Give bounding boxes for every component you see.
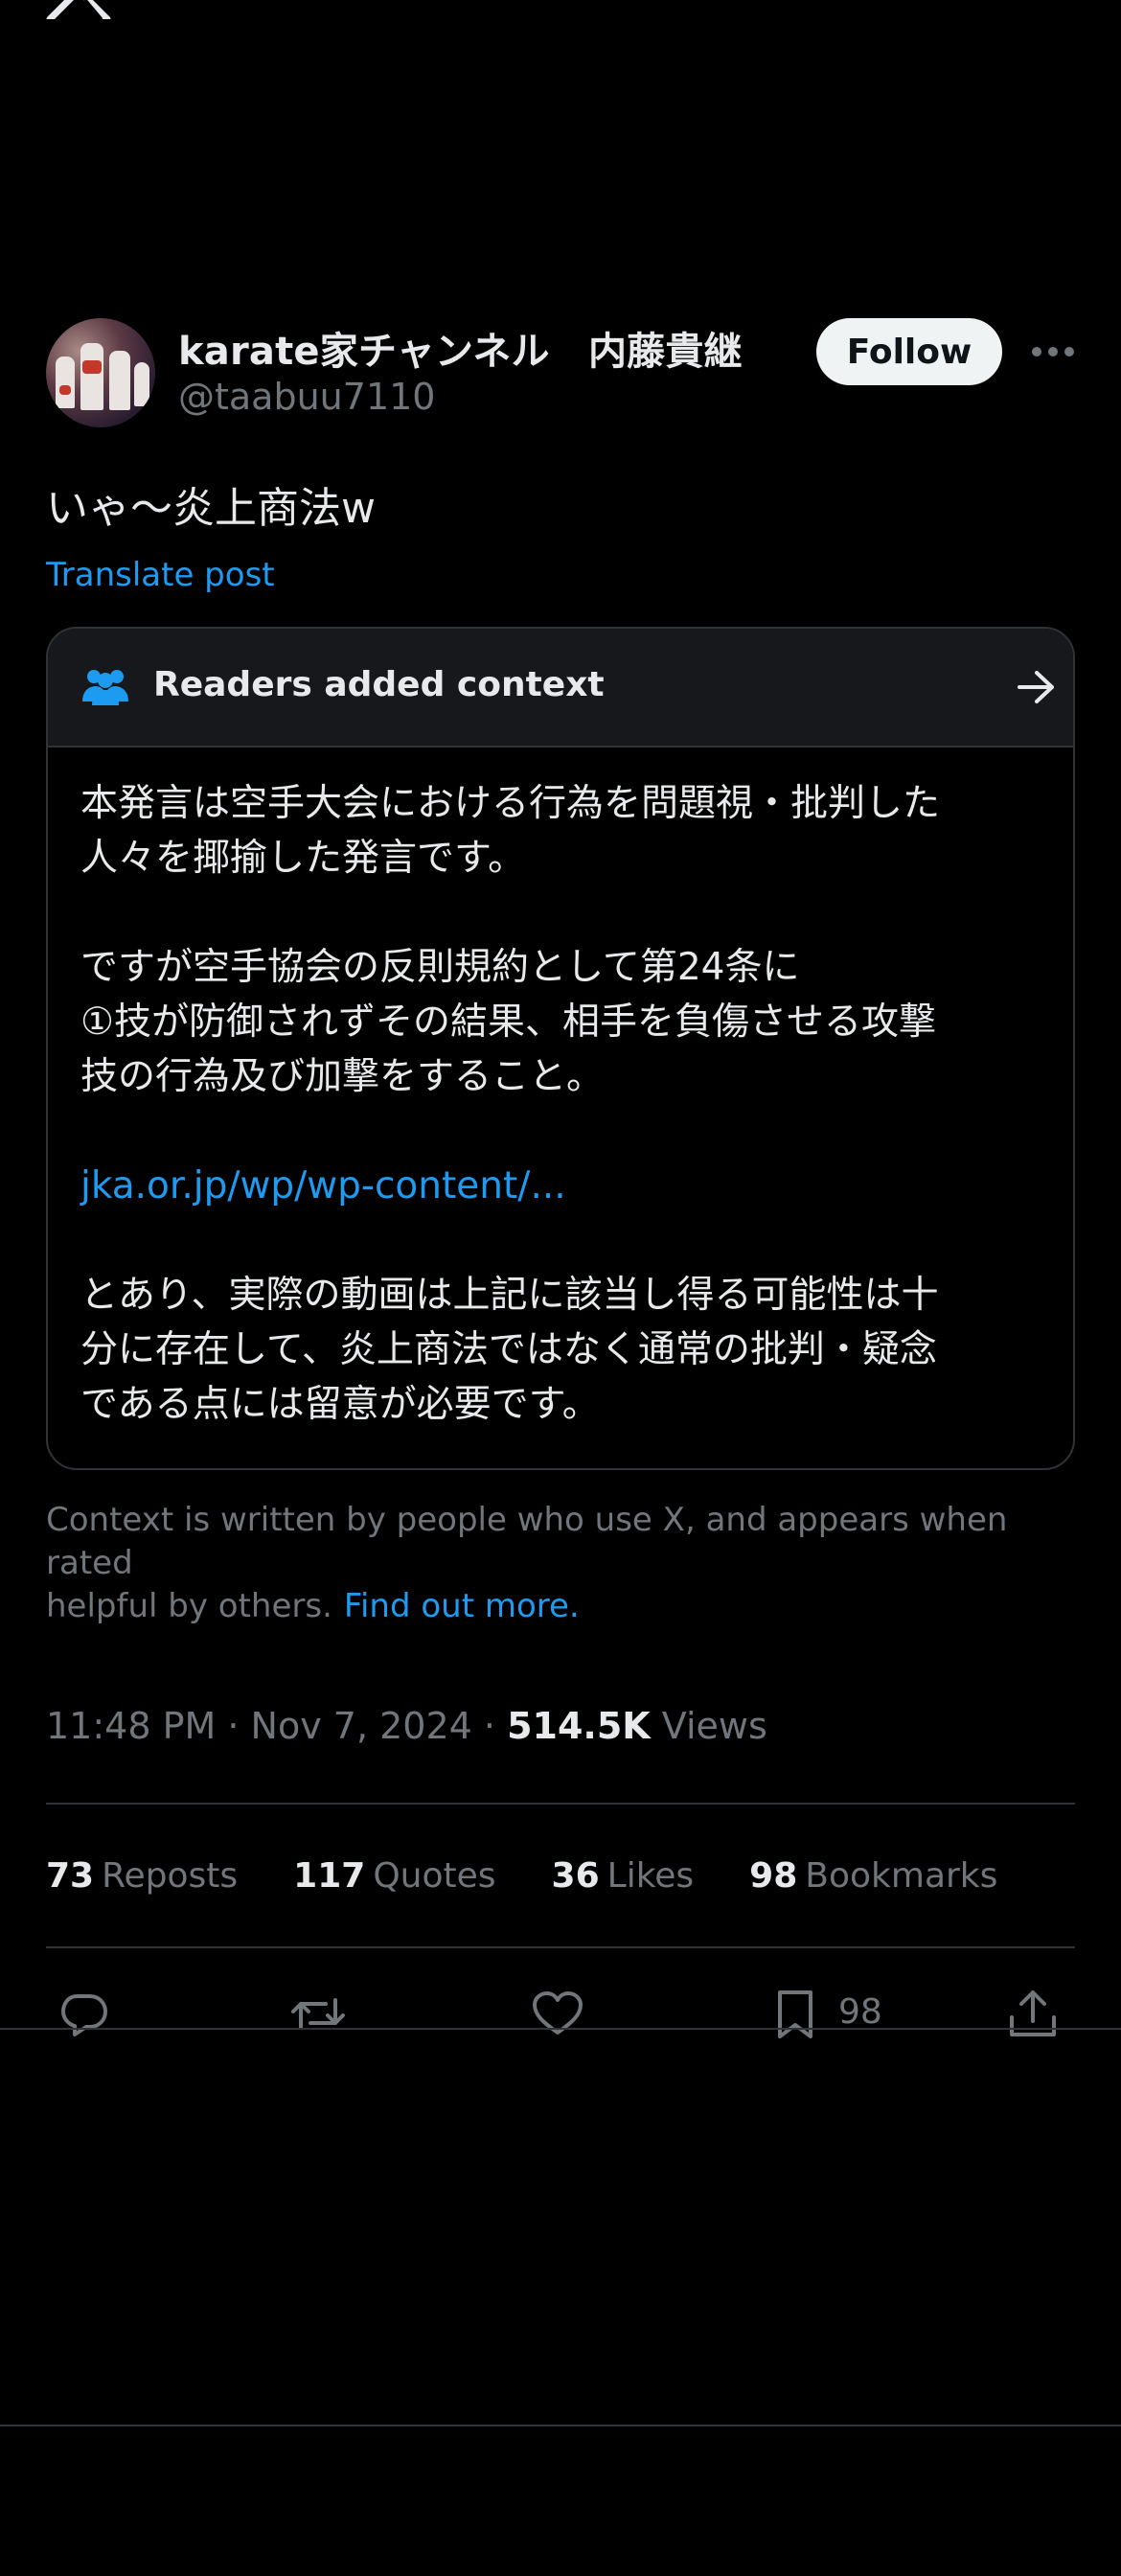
bookmark-icon[interactable] — [768, 1987, 822, 2040]
post-timestamp[interactable]: 11:48 PM · Nov 7, 2024 · — [46, 1705, 507, 1747]
note-line: である点には留意が必要です。 — [80, 1383, 600, 1426]
stat-label: Reposts — [102, 1855, 239, 1896]
note-line: 人々を揶揄した発言です。 — [80, 837, 526, 880]
bookmark-count: 98 — [838, 1992, 882, 2032]
community-note-body: 本発言は空手大会における行為を問題視・批判した 人々を揶揄した発言です。 ですが… — [48, 748, 1073, 1468]
author-row: karate家チャンネル 内藤貴継 @taabuu7110 Follow — [46, 316, 1075, 431]
avatar[interactable] — [46, 318, 155, 427]
stat-count: 98 — [749, 1855, 798, 1896]
find-out-more-link[interactable]: Find out more. — [344, 1587, 580, 1625]
context-info-line: helpful by others. — [46, 1587, 332, 1625]
post: karate家チャンネル 内藤貴継 @taabuu7110 Follow いゃ〜… — [46, 316, 1075, 2079]
stat-bookmarks[interactable]: 98 Bookmarks — [749, 1856, 997, 1896]
more-horizontal-icon[interactable] — [1031, 345, 1075, 358]
note-line: 本発言は空手大会における行為を問題視・批判した — [80, 782, 941, 825]
post-meta: 11:48 PM · Nov 7, 2024 · 514.5K Views — [46, 1705, 1075, 1747]
repost-icon[interactable] — [291, 1987, 345, 2040]
heart-icon[interactable] — [531, 1987, 584, 2040]
divider — [0, 2028, 1121, 2030]
stat-count: 73 — [46, 1855, 95, 1896]
stat-likes[interactable]: 36 Likes — [552, 1856, 695, 1896]
note-line: 分に存在して、炎上商法ではなく通常の批判・疑念 — [80, 1328, 937, 1371]
divider — [0, 2425, 1121, 2426]
stat-count: 117 — [293, 1855, 366, 1896]
community-note: Readers added context 本発言は空手大会における行為を問題視… — [46, 627, 1075, 1470]
reply-icon[interactable] — [57, 1987, 111, 2040]
note-source-link[interactable]: jka.or.jp/wp/wp-content/... — [80, 1159, 1041, 1213]
context-info: Context is written by people who use X, … — [46, 1499, 1075, 1628]
community-note-header[interactable]: Readers added context — [48, 629, 1073, 748]
arrow-right-icon[interactable] — [1016, 669, 1058, 705]
stat-label: Quotes — [373, 1855, 496, 1896]
author-handle[interactable]: @taabuu7110 — [178, 376, 435, 418]
views-label: Views — [650, 1705, 767, 1747]
share-icon[interactable] — [1006, 1987, 1060, 2040]
note-line: ①技が防御されずその結果、相手を負傷させる攻撃 — [80, 1000, 936, 1044]
stat-reposts[interactable]: 73 Reposts — [46, 1856, 238, 1896]
follow-button[interactable]: Follow — [816, 318, 1002, 385]
stat-count: 36 — [551, 1855, 600, 1896]
context-info-line: Context is written by people who use X, … — [46, 1501, 1008, 1582]
people-icon — [82, 670, 128, 705]
stat-label: Likes — [606, 1855, 695, 1896]
translate-post-link[interactable]: Translate post — [46, 556, 275, 594]
action-bar: 98 — [46, 1948, 1075, 2079]
views-count: 514.5K — [507, 1705, 651, 1747]
note-line: とあり、実際の動画は上記に該当し得る可能性は十 — [80, 1274, 939, 1317]
stat-quotes[interactable]: 117 Quotes — [293, 1856, 495, 1896]
engagement-stats: 73 Reposts 117 Quotes 36 Likes 98 Bookmarks — [46, 1805, 1075, 1946]
stat-label: Bookmarks — [805, 1855, 998, 1896]
author-name[interactable]: karate家チャンネル 内藤貴継 — [178, 320, 743, 376]
community-note-title: Readers added context — [153, 665, 605, 704]
note-line: 技の行為及び加撃をすること。 — [80, 1055, 605, 1098]
x-logo-icon[interactable] — [46, 0, 111, 19]
note-line: ですが空手協会の反則規約として第24条に — [80, 946, 800, 989]
post-text: いゃ〜炎上商法w — [46, 484, 376, 533]
